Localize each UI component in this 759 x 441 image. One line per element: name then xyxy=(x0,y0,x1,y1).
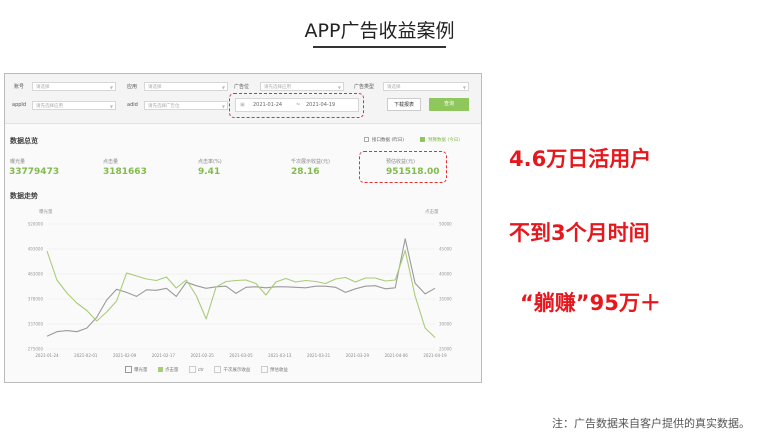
y-left-tick: 520000 xyxy=(28,222,44,227)
x-tick: 2021-04-06 xyxy=(385,353,409,358)
highlight-duration: 不到3个月时间 xyxy=(509,221,650,245)
legend-clicks[interactable]: 点击量 xyxy=(157,367,178,373)
chevron-down-icon: ▼ xyxy=(337,85,341,90)
chevron-down-icon: ▼ xyxy=(109,85,113,90)
impressions-value: 33779473 xyxy=(9,167,60,177)
y-left-tick: 275000 xyxy=(28,347,44,352)
x-tick: 2021-03-29 xyxy=(346,353,370,358)
y-left-tick: 378000 xyxy=(28,297,44,302)
dashboard-screenshot: 账号 请选择 ▼ 应用 请选择 ▼ 广告位 请先选择应用 ▼ 广告类型 请选择 ▼ ap… xyxy=(4,73,482,383)
y-left-tick: 463000 xyxy=(28,272,44,277)
ad-type-select[interactable]: 请选择 ▼ xyxy=(383,82,469,91)
legend-ctr[interactable]: ctr xyxy=(188,366,204,373)
adid-label: adid xyxy=(127,102,138,108)
revenue-highlight xyxy=(359,151,447,183)
legend-impressions[interactable]: 曝光量 xyxy=(125,366,148,373)
date-range-highlight xyxy=(229,93,364,118)
estimated-data-checkbox[interactable] xyxy=(420,137,425,142)
application-select[interactable]: 请选择 ▼ xyxy=(144,82,228,91)
y-left-tick: 337000 xyxy=(28,322,44,327)
x-tick: 2021-02-25 xyxy=(191,353,215,358)
series-line xyxy=(46,249,436,338)
legend-revenue[interactable]: 预估收益 xyxy=(260,366,288,373)
api-data-checkbox[interactable] xyxy=(364,137,369,142)
clicks-label: 点击量 xyxy=(103,159,119,165)
y-right-tick: 30000 xyxy=(439,322,452,327)
x-tick: 2021-04-19 xyxy=(423,353,447,358)
right-axis-title: 点击量 xyxy=(425,208,439,215)
footnote: 注：广告数据来自客户提供的真实数据。 xyxy=(552,417,750,430)
ecpm-label: 千次展示收益(元) xyxy=(291,159,330,165)
appid-select[interactable]: 请先选择应用 ▼ xyxy=(32,101,116,110)
ad-slot-label: 广告位 xyxy=(234,84,250,90)
y-right-tick: 50000 xyxy=(439,222,452,227)
x-tick: 2021-02-09 xyxy=(113,353,137,358)
appid-label: appId xyxy=(12,102,27,108)
series-line xyxy=(46,238,436,337)
ecpm-value: 28.16 xyxy=(291,167,320,177)
trend-title: 数据走势 xyxy=(10,192,38,200)
chevron-down-icon: ▼ xyxy=(462,85,466,90)
ad-slot-select[interactable]: 请先选择应用 ▼ xyxy=(260,82,344,91)
x-tick: 2021-02-17 xyxy=(152,353,176,358)
title-underline xyxy=(313,46,446,48)
ad-type-label: 广告类型 xyxy=(354,84,375,90)
impressions-label: 曝光量 xyxy=(10,159,26,165)
highlight-passive-income: “躺赚”95万＋ xyxy=(520,291,661,315)
x-tick: 2021-03-05 xyxy=(229,353,253,358)
application-label: 应用 xyxy=(127,84,138,90)
x-tick: 2021-02-01 xyxy=(74,353,98,358)
y-right-tick: 25000 xyxy=(439,347,452,352)
x-tick: 2021-03-21 xyxy=(307,353,331,358)
x-tick: 2021-03-13 xyxy=(268,353,292,358)
adid-select[interactable]: 请先选择广告位 ▼ xyxy=(144,101,228,110)
slide-title: APP广告收益案例 xyxy=(304,20,455,42)
chart-legend: 曝光量 点击量 ctr 千次展示收益 预估收益 xyxy=(125,366,297,373)
x-tick: 2021-01-24 xyxy=(35,353,59,358)
highlight-daily-users: 4.6万日活用户 xyxy=(509,147,652,171)
y-left-tick: 493000 xyxy=(28,247,44,252)
y-right-tick: 45000 xyxy=(439,247,452,252)
ctr-label: 点击率(%) xyxy=(198,159,222,165)
clicks-value: 3181663 xyxy=(103,167,147,177)
y-right-tick: 40000 xyxy=(439,272,452,277)
overview-title: 数据总览 xyxy=(10,137,38,145)
api-data-label: 接口数据 (昨日) xyxy=(372,138,404,143)
account-select[interactable]: 请选择 ▼ xyxy=(32,82,116,91)
download-report-button[interactable]: 下载报表 xyxy=(387,98,421,111)
account-label: 账号 xyxy=(14,84,25,90)
estimated-data-label: 预算数据 (今日) xyxy=(428,138,460,143)
y-right-tick: 35000 xyxy=(439,297,452,302)
chevron-down-icon: ▼ xyxy=(221,85,225,90)
ctr-value: 9.41 xyxy=(198,167,221,177)
chevron-down-icon: ▼ xyxy=(109,104,113,109)
query-button[interactable]: 查询 xyxy=(429,98,469,111)
legend-ecpm[interactable]: 千次展示收益 xyxy=(214,366,250,373)
trend-chart: 曝光量 点击量 275000 25000 337000 30000 378000 3500… xyxy=(28,208,452,358)
chevron-down-icon: ▼ xyxy=(221,104,225,109)
left-axis-title: 曝光量 xyxy=(39,208,53,215)
